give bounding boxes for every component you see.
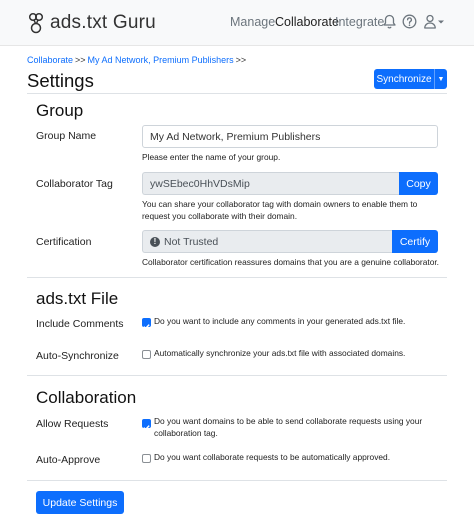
- section-title-group: Group: [36, 101, 84, 120]
- collaborator-tag-group: ywSEbec0HhVDsMip Copy: [142, 172, 438, 195]
- auto-approve-checkbox[interactable]: [142, 454, 151, 463]
- breadcrumb-collaborate[interactable]: Collaborate: [27, 55, 73, 65]
- include-comments-label: Include Comments: [36, 318, 124, 330]
- synchronize-label[interactable]: Synchronize: [374, 69, 434, 89]
- brand[interactable]: ads.txt Guru: [27, 12, 156, 34]
- brand-logo-icon: [28, 12, 44, 34]
- nav-manage[interactable]: Manage: [230, 15, 275, 29]
- info-icon: !: [150, 236, 160, 247]
- group-name-label: Group Name: [36, 130, 97, 142]
- allow-requests-label: Allow Requests: [36, 418, 109, 430]
- divider: [27, 93, 447, 94]
- allow-requests-text-line2: collaboration tag.: [154, 428, 218, 438]
- collaborator-tag-field: ywSEbec0HhVDsMip: [142, 172, 399, 195]
- navbar: ads.txt Guru Manage Collaborate Integrat…: [0, 0, 474, 46]
- include-comments-checkbox[interactable]: [142, 318, 151, 330]
- divider: [27, 277, 447, 278]
- auto-synchronize-text: Automatically synchronize your ads.txt f…: [154, 348, 406, 358]
- page-title: Settings: [27, 70, 94, 91]
- nav-integrate[interactable]: Integrate: [335, 15, 384, 29]
- divider: [27, 375, 447, 376]
- breadcrumb-separator: >>: [75, 55, 86, 65]
- auto-approve-text: Do you want collaborate requests to be a…: [154, 452, 391, 462]
- certify-button[interactable]: Certify: [392, 230, 438, 253]
- section-title-adstxt: ads.txt File: [36, 289, 119, 308]
- copy-button[interactable]: Copy: [399, 172, 438, 195]
- caret-down-icon[interactable]: ▼: [434, 69, 447, 89]
- auto-synchronize-checkbox[interactable]: [142, 350, 151, 359]
- allow-requests-text-line1: Do you want domains to be able to send c…: [154, 416, 423, 426]
- section-title-collaboration: Collaboration: [36, 388, 137, 407]
- nav-collaborate[interactable]: Collaborate: [275, 15, 339, 29]
- bell-icon[interactable]: [381, 13, 398, 30]
- auto-approve-label: Auto-Approve: [36, 454, 101, 466]
- certification-help: Collaborator certification reassures dom…: [142, 257, 440, 267]
- checkmark-icon: [143, 324, 150, 330]
- allow-requests-checkbox[interactable]: [142, 419, 151, 431]
- checkmark-icon: [143, 425, 150, 431]
- update-settings-button[interactable]: Update Settings: [36, 491, 124, 514]
- certification-status: Not Trusted: [164, 235, 219, 248]
- synchronize-button[interactable]: Synchronize ▼: [374, 69, 447, 89]
- collaborator-tag-label: Collaborator Tag: [36, 178, 113, 190]
- certification-status-field: ! Not Trusted: [142, 230, 392, 253]
- certification-group: ! Not Trusted Certify: [142, 230, 438, 253]
- help-icon[interactable]: [401, 13, 418, 30]
- collaborator-tag-help-line2: request you collaborate with their domai…: [142, 211, 298, 221]
- user-menu-icon[interactable]: [423, 13, 445, 30]
- breadcrumb: Collaborate >> My Ad Network, Premium Publ…: [27, 55, 248, 65]
- include-comments-text: Do you want to include any comments in y…: [154, 316, 406, 326]
- auto-synchronize-label: Auto-Synchronize: [36, 350, 119, 362]
- brand-name: ads.txt Guru: [50, 12, 156, 33]
- group-name-help: Please enter the name of your group.: [142, 152, 281, 162]
- divider: [27, 480, 447, 481]
- group-name-input[interactable]: My Ad Network, Premium Publishers: [142, 125, 438, 148]
- breadcrumb-separator: >>: [235, 55, 247, 65]
- certification-label: Certification: [36, 236, 92, 248]
- collaborator-tag-help-line1: You can share your collaborator tag with…: [142, 199, 418, 209]
- breadcrumb-group[interactable]: My Ad Network, Premium Publishers: [88, 55, 234, 65]
